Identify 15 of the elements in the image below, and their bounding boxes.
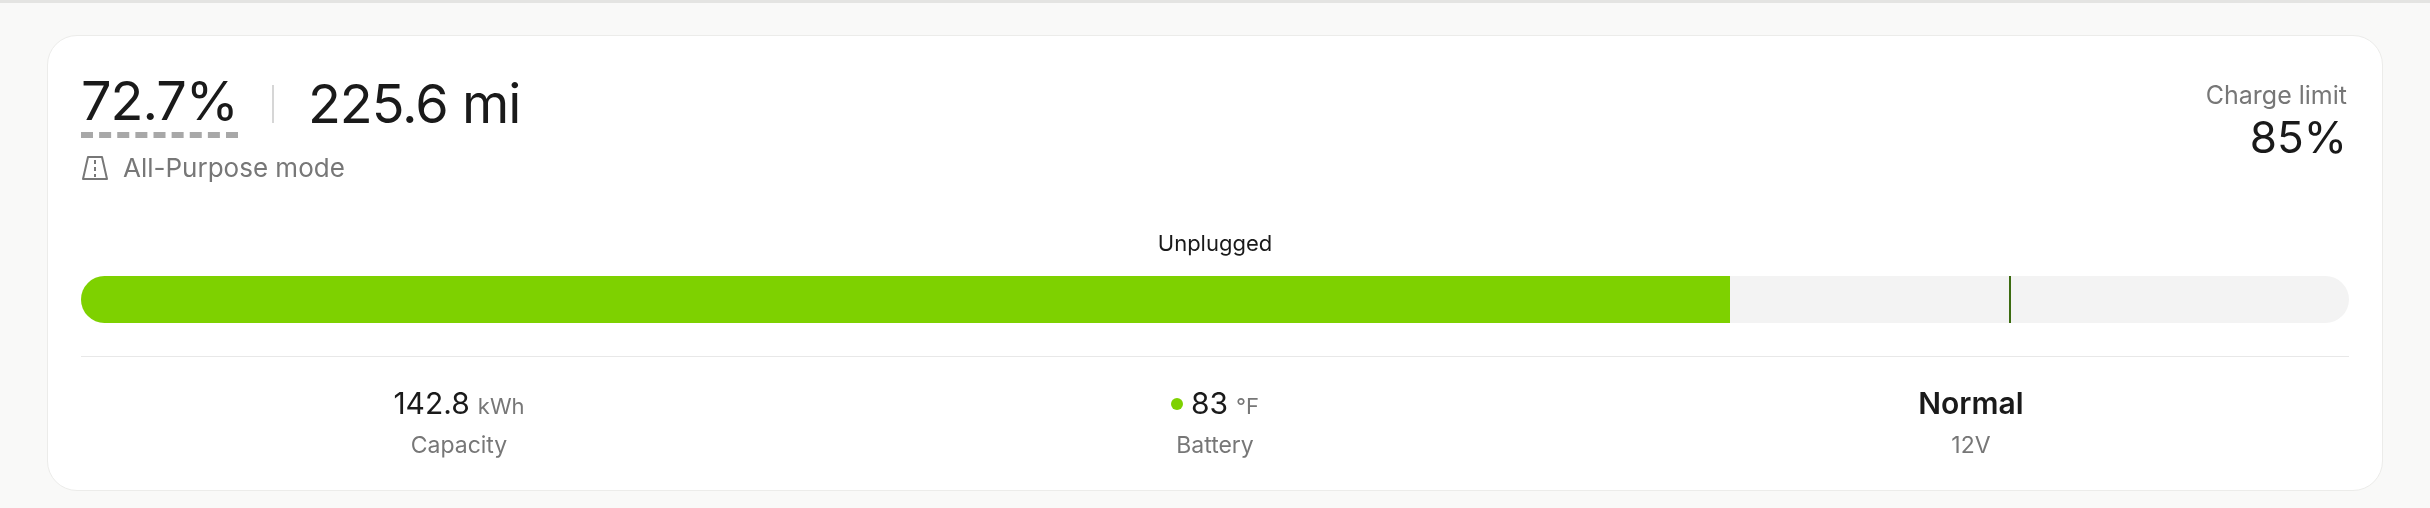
road-icon	[81, 154, 109, 181]
stat-value: Normal	[1918, 384, 2024, 423]
charge-percent[interactable]: 72.7%	[81, 70, 238, 138]
stat-value: 142.8	[393, 384, 470, 423]
charging-status: Unplugged	[1157, 229, 1273, 258]
range-value: 225.6 mi	[307, 73, 521, 135]
stat-unit: kWh	[477, 392, 525, 421]
stat-label: 12V	[1951, 430, 1991, 461]
mode-label: All-Purpose mode	[123, 151, 345, 185]
stat-label: Capacity	[410, 430, 508, 461]
stat-unit: °F	[1236, 392, 1260, 421]
stat-label: Battery	[1176, 430, 1254, 461]
charge-limit-label: Charge limit	[2205, 80, 2347, 110]
charge-limit-value[interactable]: 85%	[2249, 110, 2347, 164]
stat-value: 83	[1190, 384, 1229, 423]
